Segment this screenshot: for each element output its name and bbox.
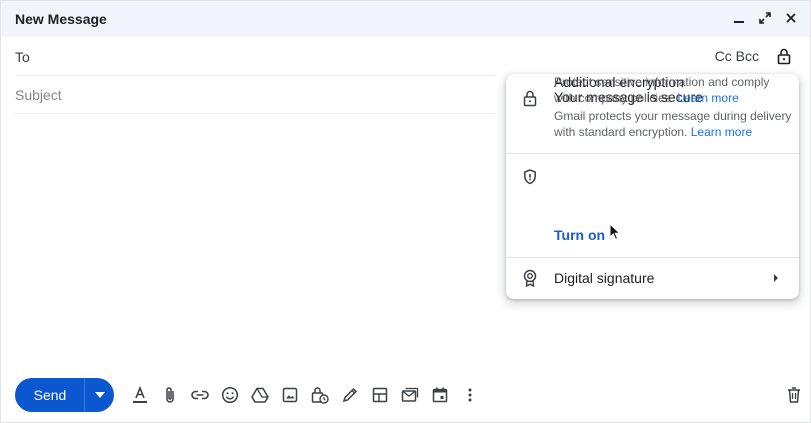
shield-icon xyxy=(521,168,539,186)
mouse-cursor-icon xyxy=(609,223,621,241)
encryption-popup: Your message is secure Gmail protects yo… xyxy=(506,74,799,299)
compose-title: New Message xyxy=(15,11,107,27)
to-row[interactable]: To Cc Bcc xyxy=(15,38,797,76)
chevron-right-icon xyxy=(771,272,781,284)
subject-row xyxy=(15,76,495,114)
subject-input[interactable] xyxy=(15,84,485,106)
confidential-icon[interactable] xyxy=(305,383,335,407)
layout-icon[interactable] xyxy=(395,383,425,407)
additional-learn-more-link[interactable]: Learn more xyxy=(677,91,738,105)
secure-description: Gmail protects your message during deliv… xyxy=(554,109,792,139)
chevron-down-icon xyxy=(94,392,105,398)
trash-icon[interactable] xyxy=(783,383,805,407)
compose-titlebar: New Message xyxy=(1,1,810,37)
photo-icon[interactable] xyxy=(275,383,305,407)
compose-window: New Message To Cc Bcc Subject Your messa… xyxy=(0,0,811,423)
send-options-button[interactable] xyxy=(84,378,114,412)
to-label: To xyxy=(15,49,30,65)
minimize-icon[interactable] xyxy=(730,9,748,27)
more-options-icon[interactable] xyxy=(455,383,485,407)
emoji-icon[interactable] xyxy=(215,383,245,407)
lock-icon xyxy=(521,89,539,107)
send-button-group: Send xyxy=(15,378,114,412)
digital-signature-title: Digital signature xyxy=(554,270,655,286)
certificate-icon xyxy=(521,269,539,287)
link-icon[interactable] xyxy=(185,383,215,407)
formatting-icon[interactable] xyxy=(125,383,155,407)
template-icon[interactable] xyxy=(365,383,395,407)
compose-toolbar xyxy=(125,383,485,407)
close-icon[interactable] xyxy=(782,9,800,27)
window-controls xyxy=(730,9,800,27)
cc-bcc-button[interactable]: Cc Bcc xyxy=(715,48,759,64)
send-button[interactable]: Send xyxy=(15,378,84,412)
additional-encryption-section xyxy=(506,154,799,258)
digital-signature-item[interactable]: Digital signature xyxy=(506,258,799,299)
turn-on-button[interactable]: Turn on xyxy=(554,227,605,243)
schedule-icon[interactable] xyxy=(425,383,455,407)
message-body[interactable] xyxy=(15,121,495,351)
expand-icon[interactable] xyxy=(756,9,774,27)
secure-learn-more-link[interactable]: Learn more xyxy=(691,125,752,139)
signature-icon[interactable] xyxy=(335,383,365,407)
lock-icon[interactable] xyxy=(773,45,795,67)
attach-icon[interactable] xyxy=(155,383,185,407)
drive-icon[interactable] xyxy=(245,383,275,407)
additional-encryption-description: Protect sensitive information and comply… xyxy=(554,75,770,105)
